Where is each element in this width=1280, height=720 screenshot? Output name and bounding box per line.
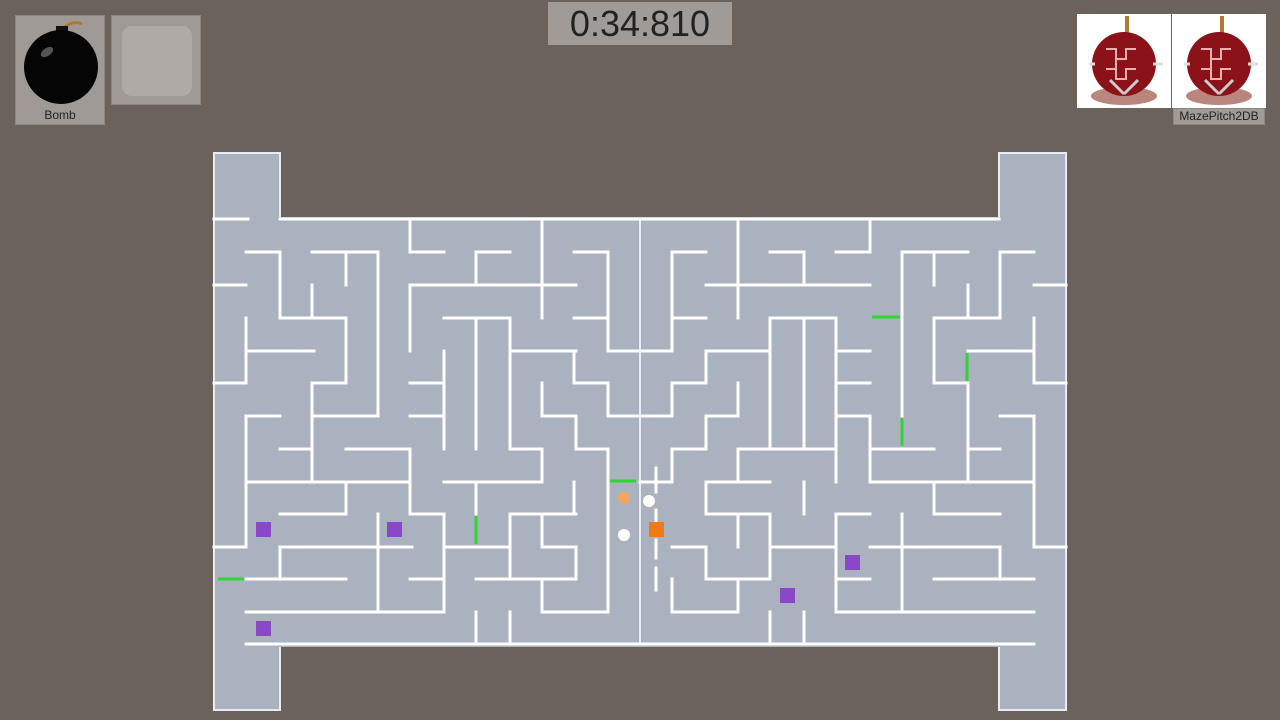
pickup-item — [387, 522, 402, 537]
pickup-item — [256, 522, 271, 537]
pickup-item — [256, 621, 271, 636]
player-orange — [649, 522, 664, 537]
player-peach — [618, 492, 630, 504]
marker-white — [618, 529, 630, 541]
pickup-item — [845, 555, 860, 570]
maze-board — [212, 152, 1068, 711]
marker-white — [643, 495, 655, 507]
pickup-item — [780, 588, 795, 603]
